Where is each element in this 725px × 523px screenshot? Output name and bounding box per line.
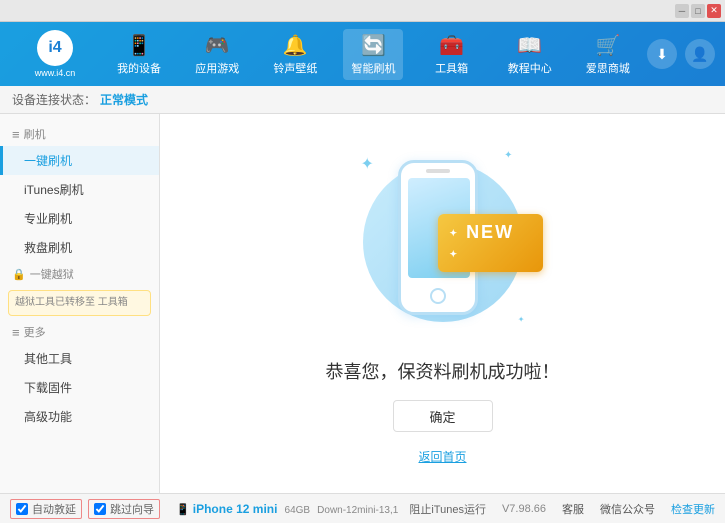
auto-delay-checkbox[interactable] [16,503,28,515]
sidebar-item-other-tools[interactable]: 其他工具 [0,344,159,373]
auto-delay-label: 自动敦延 [32,501,76,517]
skip-wizard-area: 跳过向导 [88,499,160,519]
content-area: ✦ ✦ ✦ ✦ NEW ✦ 恭喜您，保资 [160,114,725,493]
other-tools-label: 其他工具 [24,352,72,366]
download-button[interactable]: ⬇ [647,39,677,69]
nav-apps-label: 应用游戏 [195,60,239,76]
nav-apps-icon: 🎮 [205,33,230,58]
user-button[interactable]: 👤 [685,39,715,69]
wechat-public-link[interactable]: 微信公众号 [600,501,655,517]
advanced-label: 高级功能 [24,410,72,424]
nav-toolbox-icon: 🧰 [439,33,464,58]
nav-toolbox-label: 工具箱 [435,60,468,76]
lock-icon: 🔒 [12,268,26,281]
confirm-label: 确定 [429,407,455,426]
main-layout: ≡ 刷机 一键刷机 iTunes刷机 专业刷机 救盘刷机 🔒 一键越狱 越狱工具… [0,114,725,493]
rescue-flash-label: 救盘刷机 [24,241,72,255]
header: i4 www.i4.cn 📱 我的设备 🎮 应用游戏 🔔 铃声壁纸 🔄 智能刷机… [0,22,725,86]
nav-ringtone-icon: 🔔 [283,33,308,58]
nav-tutorial-label: 教程中心 [508,60,552,76]
sidebar-jailbreak-section: 🔒 一键越狱 [0,262,159,286]
go-home-link[interactable]: 返回首页 [418,448,466,465]
section-more-icon: ≡ [12,325,20,340]
new-badge-text: NEW [466,222,514,242]
itunes-flash-label: iTunes刷机 [24,183,84,197]
nav-apps-games[interactable]: 🎮 应用游戏 [187,29,247,80]
confirm-button[interactable]: 确定 [393,400,493,432]
star2-icon: ✦ [504,150,512,161]
phone-home-btn [430,288,446,304]
status-bar: 设备连接状态： 正常模式 [0,86,725,114]
nav-ringtone-label: 铃声壁纸 [273,60,317,76]
nav-toolbox[interactable]: 🧰 工具箱 [422,29,482,80]
nav-store[interactable]: 🛒 爱思商城 [578,29,638,80]
star1-icon: ✦ [361,154,374,174]
section-more-label: 更多 [24,324,46,340]
sidebar-section-flash: ≡ 刷机 [0,122,159,146]
nav-my-device[interactable]: 📱 我的设备 [109,29,169,80]
nav-device-icon: 📱 [127,33,152,58]
auto-delay-area: 自动敦延 [10,499,82,519]
skip-wizard-checkbox[interactable] [94,503,106,515]
sidebar-item-pro-flash[interactable]: 专业刷机 [0,204,159,233]
check-update-button[interactable]: 检查更新 [671,501,715,517]
nav-store-icon: 🛒 [595,33,620,58]
nav-store-label: 爱思商城 [586,60,630,76]
warning-text: 越狱工具已转移至 工具箱 [15,297,128,308]
close-button[interactable]: ✕ [707,4,721,18]
onekey-flash-label: 一键刷机 [24,154,72,168]
device-storage: 64GB [285,505,311,516]
sidebar-warning-box: 越狱工具已转移至 工具箱 [8,290,151,316]
nav-tutorial-icon: 📖 [517,33,542,58]
sidebar-item-itunes-flash[interactable]: iTunes刷机 [0,175,159,204]
jailbreak-label: 一键越狱 [30,266,74,282]
device-info: 📱 iPhone 12 mini 64GB Down-12mini-13,1 [176,502,398,516]
star3-icon: ✦ [518,315,525,324]
phone-speaker [426,169,450,173]
stop-itunes-button[interactable]: 阻止iTunes运行 [409,501,486,517]
section-flash-label: 刷机 [24,126,46,142]
sidebar-section-more: ≡ 更多 [0,320,159,344]
nav-flash-icon: 🔄 [361,33,386,58]
restore-button[interactable]: □ [691,4,705,18]
nav-bar: 📱 我的设备 🎮 应用游戏 🔔 铃声壁纸 🔄 智能刷机 🧰 工具箱 📖 教程中心… [100,29,647,80]
status-value: 正常模式 [100,91,148,108]
download-firmware-label: 下载固件 [24,381,72,395]
nav-flash-label: 智能刷机 [351,60,395,76]
nav-tutorial[interactable]: 📖 教程中心 [500,29,560,80]
version-label: V7.98.66 [502,503,546,515]
device-name: iPhone 12 mini [193,502,278,516]
logo-area[interactable]: i4 www.i4.cn [10,30,100,78]
device-version: Down-12mini-13,1 [317,505,398,516]
sidebar-item-advanced[interactable]: 高级功能 [0,402,159,431]
footer: 自动敦延 跳过向导 📱 iPhone 12 mini 64GB Down-12m… [0,493,725,523]
logo-icon: i4 [37,30,73,66]
sidebar-item-onekey-flash[interactable]: 一键刷机 [0,146,159,175]
success-message: 恭喜您，保资料刷机成功啦！ [326,358,560,384]
header-right: ⬇ 👤 [647,39,715,69]
sidebar: ≡ 刷机 一键刷机 iTunes刷机 专业刷机 救盘刷机 🔒 一键越狱 越狱工具… [0,114,160,493]
footer-left: 自动敦延 跳过向导 📱 iPhone 12 mini 64GB Down-12m… [10,499,398,519]
status-label: 设备连接状态： [12,91,96,108]
pro-flash-label: 专业刷机 [24,212,72,226]
sidebar-item-download-firmware[interactable]: 下载固件 [0,373,159,402]
title-bar: ─ □ ✕ [0,0,725,22]
nav-ringtone[interactable]: 🔔 铃声壁纸 [265,29,325,80]
success-area: ✦ ✦ ✦ ✦ NEW ✦ 恭喜您，保资 [326,142,560,465]
logo-sub-text: www.i4.cn [35,68,76,78]
new-badge: ✦ NEW ✦ [438,214,543,272]
minimize-button[interactable]: ─ [675,4,689,18]
section-flash-icon: ≡ [12,127,20,142]
footer-right: 阻止iTunes运行 V7.98.66 客服 微信公众号 检查更新 [409,501,715,517]
skip-wizard-label: 跳过向导 [110,501,154,517]
illustration-container: ✦ ✦ ✦ ✦ NEW ✦ [343,142,543,342]
customer-service-link[interactable]: 客服 [562,501,584,517]
nav-device-label: 我的设备 [117,60,161,76]
nav-smart-flash[interactable]: 🔄 智能刷机 [343,29,403,80]
sidebar-item-rescue-flash[interactable]: 救盘刷机 [0,233,159,262]
